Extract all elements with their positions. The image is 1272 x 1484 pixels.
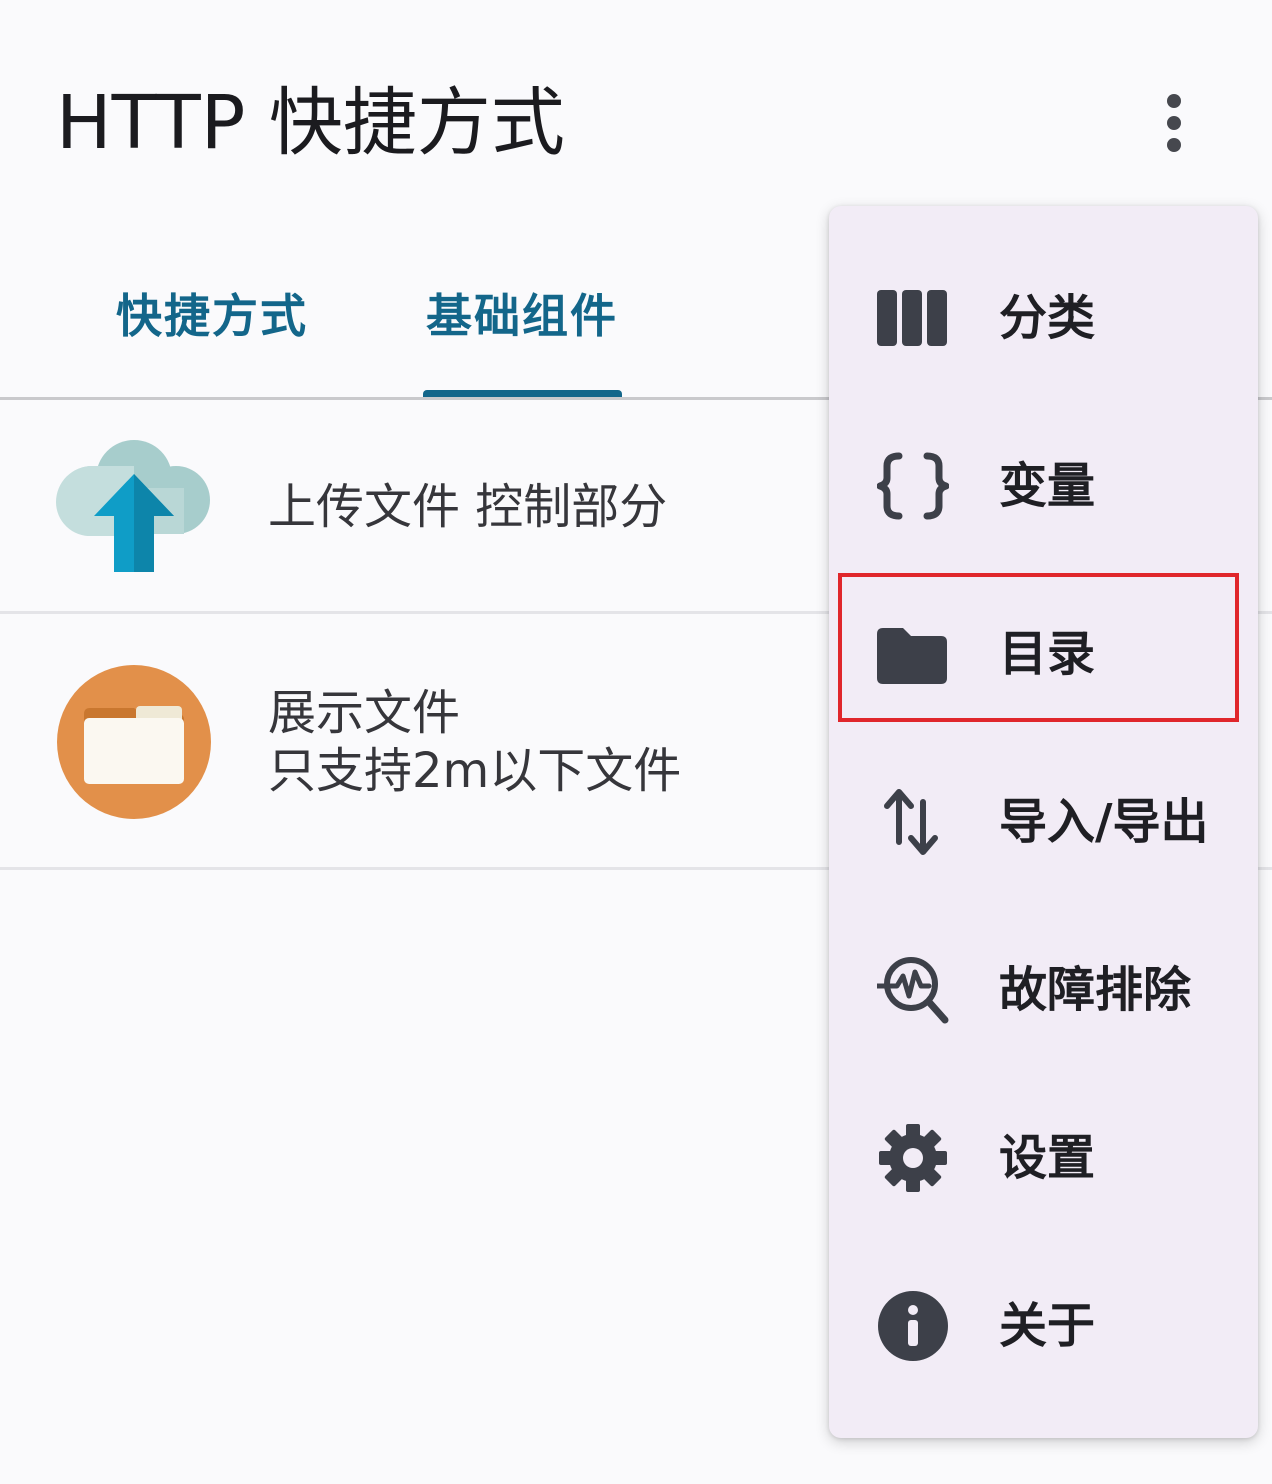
menu-item-label: 变量 xyxy=(999,458,1096,514)
menu-item-label: 关于 xyxy=(999,1298,1096,1354)
tab-basic-components[interactable]: 基础组件 xyxy=(426,286,618,346)
dot-icon xyxy=(1167,94,1181,108)
menu-item-label: 设置 xyxy=(999,1130,1096,1186)
menu-item-categories[interactable]: 分类 xyxy=(829,234,1258,402)
braces-icon xyxy=(876,450,950,522)
cloud-upload-icon xyxy=(55,440,212,576)
menu-item-import-export[interactable]: 导入/导出 xyxy=(829,738,1258,906)
columns-icon xyxy=(877,282,949,354)
menu-item-settings[interactable]: 设置 xyxy=(829,1074,1258,1242)
menu-item-variables[interactable]: 变量 xyxy=(829,402,1258,570)
list-item-title: 上传文件 控制部分 xyxy=(268,479,668,535)
troubleshoot-icon xyxy=(874,954,949,1026)
menu-item-label: 分类 xyxy=(999,290,1096,346)
app-title: HTTP 快捷方式 xyxy=(56,80,565,166)
list-item-title: 展示文件 xyxy=(268,685,461,741)
menu-item-label: 导入/导出 xyxy=(999,794,1209,850)
menu-item-about[interactable]: 关于 xyxy=(829,1242,1258,1410)
menu-item-label: 故障排除 xyxy=(999,962,1192,1018)
dot-icon xyxy=(1167,138,1181,152)
gear-icon xyxy=(877,1122,949,1194)
more-options-button[interactable] xyxy=(1140,88,1208,156)
overflow-menu: 分类 变量 目录 导入/导出 故障排除 设置 关于 xyxy=(829,206,1258,1438)
highlight-box xyxy=(838,573,1239,722)
folder-icon xyxy=(56,664,212,820)
info-icon xyxy=(877,1290,949,1362)
tab-shortcuts[interactable]: 快捷方式 xyxy=(116,286,308,346)
import-export-icon xyxy=(877,786,949,858)
list-item-subtitle: 只支持2m以下文件 xyxy=(268,743,682,799)
menu-item-troubleshooting[interactable]: 故障排除 xyxy=(829,906,1258,1074)
screen: HTTP 快捷方式 快捷方式 基础组件 上传文件 控制部分 展示文件 只支持2m… xyxy=(0,0,1272,1484)
dot-icon xyxy=(1167,116,1181,130)
